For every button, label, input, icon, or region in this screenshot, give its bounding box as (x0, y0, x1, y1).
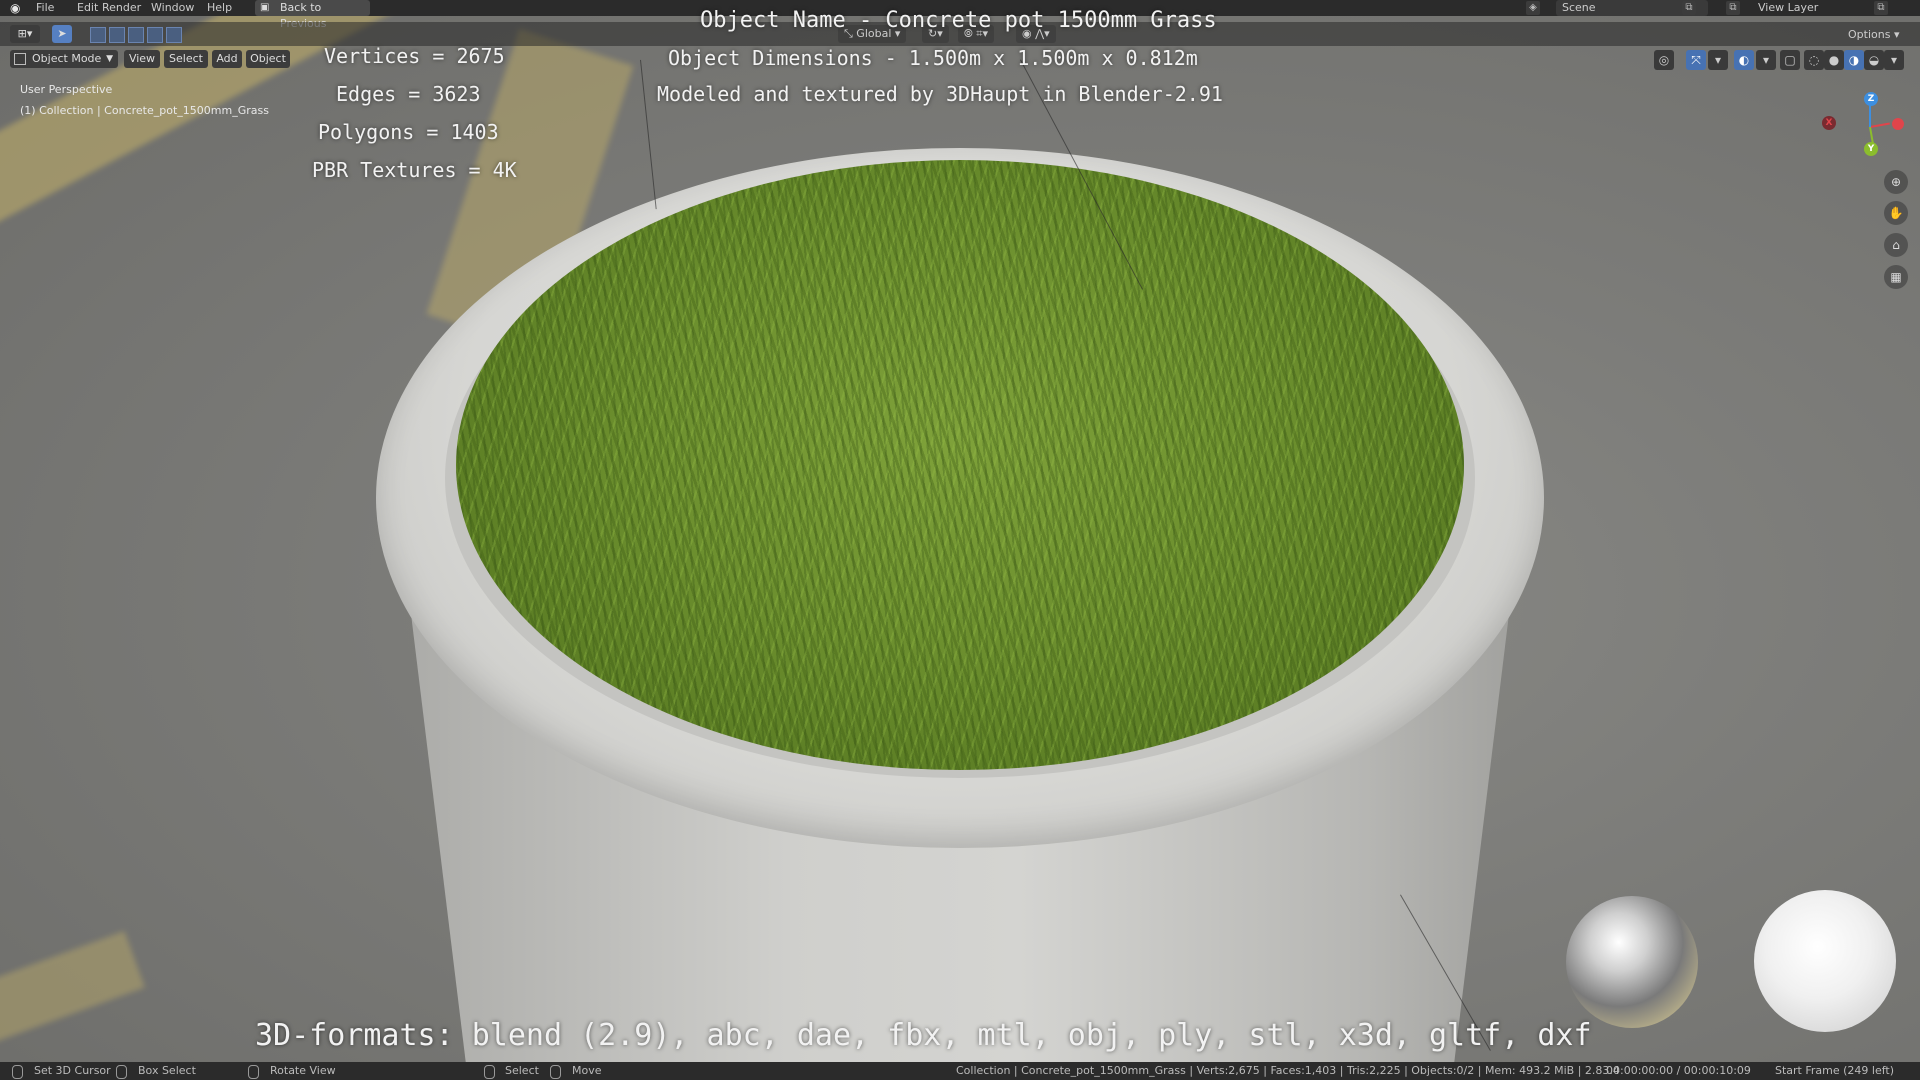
visibility-icon[interactable]: ◎ (1654, 50, 1674, 70)
active-collection-label: (1) Collection | Concrete_pot_1500mm_Gra… (20, 104, 269, 117)
start-frame-info: Start Frame (249 left) (1775, 1064, 1895, 1077)
status-set-3d-cursor: Set 3D Cursor (34, 1064, 111, 1077)
scene-statistics: Collection | Concrete_pot_1500mm_Grass |… (956, 1064, 1620, 1077)
mouse-left-icon (12, 1065, 23, 1079)
camera-view-icon[interactable]: ⌂ (1884, 233, 1908, 257)
screen-icon: ▣ (260, 2, 270, 13)
status-rotate-view: Rotate View (270, 1064, 336, 1077)
mouse-middle-icon (248, 1065, 259, 1079)
credits-text: Modeled and textured by 3DHaupt in Blend… (657, 82, 1223, 106)
status-move: Move (572, 1064, 602, 1077)
rendered-shading-icon[interactable]: ◒ (1864, 50, 1884, 70)
material-preview-shading-icon[interactable]: ◑ (1844, 50, 1864, 70)
new-view-layer-icon[interactable]: ⧉ (1874, 1, 1888, 15)
shading-dropdown-icon[interactable]: ▾ (1884, 50, 1904, 70)
grass-mesh[interactable] (456, 160, 1464, 770)
z-axis-line (1869, 103, 1871, 127)
y-axis-icon[interactable]: Y (1864, 142, 1878, 156)
menu-render[interactable]: Render (102, 1, 141, 15)
options-button[interactable]: Options ▾ (1848, 26, 1910, 44)
x-axis-icon[interactable] (1892, 118, 1904, 130)
view-menu[interactable]: View (124, 50, 160, 68)
status-select: Select (505, 1064, 539, 1077)
view-layer-name: View Layer (1758, 1, 1819, 14)
object-dimensions-text: Object Dimensions - 1.500m x 1.500m x 0.… (668, 46, 1198, 70)
select-mode-new-icon[interactable] (90, 27, 106, 43)
hdri-diffuse-sphere (1754, 890, 1896, 1032)
solid-shading-icon[interactable]: ● (1824, 50, 1844, 70)
back-to-previous-button[interactable]: ▣ Back to Previous (255, 0, 370, 30)
add-menu[interactable]: Add (212, 50, 242, 68)
overlays-toggle-icon[interactable]: ◐ (1734, 50, 1754, 70)
mouse-drag-icon (116, 1065, 127, 1079)
menu-help[interactable]: Help (207, 1, 232, 15)
options-label: Options (1848, 28, 1891, 41)
gizmo-dropdown-icon[interactable]: ▾ (1708, 50, 1728, 70)
3d-viewport[interactable] (0, 0, 1920, 1080)
edges-count-text: Edges = 3623 (336, 82, 481, 106)
negative-x-axis-icon[interactable]: X (1822, 116, 1836, 130)
overlays-dropdown-icon[interactable]: ▾ (1756, 50, 1776, 70)
status-box-select: Box Select (138, 1064, 196, 1077)
mouse-right-icon (550, 1065, 561, 1079)
object-menu[interactable]: Object (246, 50, 290, 68)
object-mode-icon (14, 53, 26, 65)
zoom-icon[interactable]: ⊕ (1884, 170, 1908, 194)
select-mode-subtract-icon[interactable] (128, 27, 144, 43)
pbr-textures-text: PBR Textures = 4K (312, 158, 517, 182)
chevron-down-icon: ▼ (106, 54, 113, 64)
vertices-count-text: Vertices = 2675 (324, 44, 505, 68)
formats-text: 3D-formats: blend (2.9), abc, dae, fbx, … (255, 1018, 1592, 1053)
gizmo-toggle-icon[interactable]: ⤧ (1686, 50, 1706, 70)
z-axis-icon[interactable]: Z (1864, 92, 1878, 106)
scene-name: Scene (1562, 1, 1596, 14)
view-layer-browse-icon[interactable]: ⧉ (1726, 1, 1740, 15)
hdri-chrome-sphere (1566, 896, 1698, 1028)
object-name-text: Object Name - Concrete pot 1500mm Grass (700, 8, 1217, 33)
select-tool-icon[interactable]: ➤ (52, 25, 72, 43)
navigation-gizmo[interactable]: Z Y X (1820, 90, 1904, 170)
view-perspective-label: User Perspective (20, 83, 113, 96)
new-scene-icon[interactable]: ⧉ (1682, 1, 1696, 15)
status-bar: Set 3D Cursor Box Select Rotate View Sel… (0, 1062, 1920, 1080)
polygons-count-text: Polygons = 1403 (318, 120, 499, 144)
scene-browse-icon[interactable]: ◈ (1526, 1, 1540, 15)
x-axis-line (1869, 122, 1890, 128)
blender-logo-icon[interactable]: ◉ (10, 1, 24, 15)
road-marking (0, 931, 145, 1049)
menu-file[interactable]: File (36, 1, 54, 15)
ortho-grid-icon[interactable]: ▦ (1884, 265, 1908, 289)
xray-toggle-icon[interactable]: ▢ (1780, 50, 1800, 70)
menu-edit[interactable]: Edit (77, 1, 98, 15)
select-mode-intersect-icon[interactable] (166, 27, 182, 43)
select-mode-extend-icon[interactable] (109, 27, 125, 43)
select-menu[interactable]: Select (164, 50, 208, 68)
timeline-time: 00:00:00:00 / 00:00:10:09 (1606, 1064, 1751, 1077)
select-mode-invert-icon[interactable] (147, 27, 163, 43)
mouse-left-icon (484, 1065, 495, 1079)
wireframe-shading-icon[interactable]: ◌ (1804, 50, 1824, 70)
view-layer-selector[interactable]: View Layer (1752, 0, 1882, 16)
editor-type-button[interactable]: ⊞▾ (10, 25, 40, 43)
object-mode-label: Object Mode (32, 52, 102, 65)
menu-window[interactable]: Window (151, 1, 194, 15)
light-wire (640, 59, 657, 210)
pan-hand-icon[interactable]: ✋ (1884, 201, 1908, 225)
object-mode-select[interactable]: Object Mode ▼ (10, 50, 118, 68)
